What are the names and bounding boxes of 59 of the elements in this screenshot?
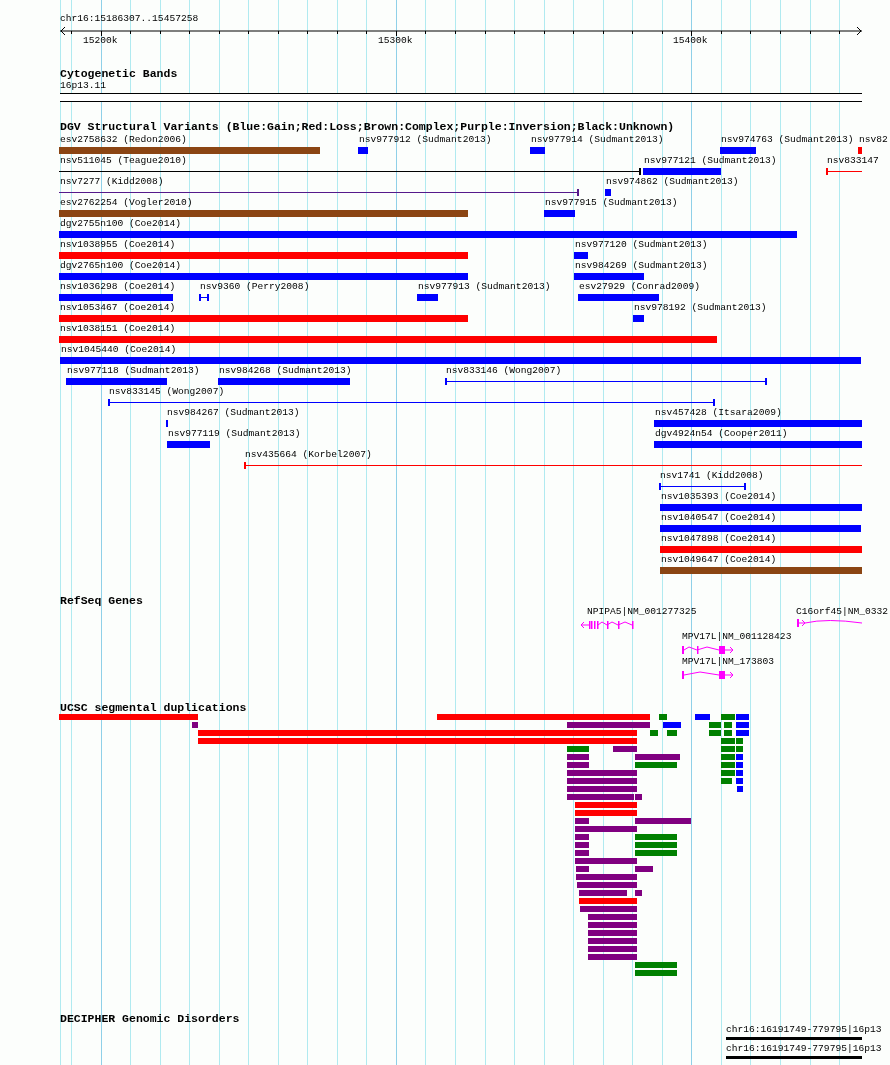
track-title: DECIPHER Genomic Disorders bbox=[60, 1013, 240, 1025]
variant-label: nsv984267 (Sudmant2013) bbox=[167, 408, 300, 418]
variant-label: nsv977914 (Sudmant2013) bbox=[531, 135, 664, 145]
ruler-tick-label: 15200k bbox=[83, 36, 118, 46]
variant-label: nsv511045 (Teague2010) bbox=[60, 156, 187, 166]
track-title: UCSC segmental duplications bbox=[60, 702, 247, 714]
ruler-tick-label: 15400k bbox=[673, 36, 708, 46]
variant-label: nsv457428 (Itsara2009) bbox=[655, 408, 782, 418]
gene-label: MPV17L|NM_173803 bbox=[682, 657, 775, 667]
location-label: chr16:15186307..15457258 bbox=[60, 14, 199, 24]
variant-label: nsv1036298 (Coe2014) bbox=[60, 282, 176, 292]
variant-label: nsv435664 (Korbel2007) bbox=[245, 450, 372, 460]
track-title: Cytogenetic Bands bbox=[60, 68, 178, 80]
variant-label: nsv974763 (Sudmant2013) bbox=[721, 135, 854, 145]
variant-label: nsv977119 (Sudmant2013) bbox=[168, 429, 301, 439]
variant-label: nsv978192 (Sudmant2013) bbox=[634, 303, 767, 313]
variant-label: nsv9360 (Perry2008) bbox=[200, 282, 310, 292]
ruler-tick-label: 15300k bbox=[378, 36, 413, 46]
variant-label: esv2762254 (Vogler2010) bbox=[60, 198, 193, 208]
variant-label: esv27929 (Conrad2009) bbox=[579, 282, 700, 292]
track-title: DGV Structural Variants (Blue:Gain;Red:Loss;Brown:Complex;Purple:Inversion;Black:Unknown) bbox=[60, 121, 675, 133]
variant-label: nsv1040547 (Coe2014) bbox=[661, 513, 777, 523]
gene-label: NPIPA5|NM_001277325 bbox=[587, 607, 697, 617]
variant-label: nsv977912 (Sudmant2013) bbox=[359, 135, 492, 145]
variant-label: nsv833145 (Wong2007) bbox=[109, 387, 225, 397]
variant-label: nsv1049647 (Coe2014) bbox=[661, 555, 777, 565]
variant-label: dgv2765n100 (Coe2014) bbox=[60, 261, 181, 271]
gene-label: C16orf45|NM_0332 bbox=[796, 607, 889, 617]
variant-label: nsv833147 bbox=[827, 156, 879, 166]
gene-model bbox=[580, 620, 634, 630]
variant-label: nsv833146 (Wong2007) bbox=[446, 366, 562, 376]
variant-label: nsv984268 (Sudmant2013) bbox=[219, 366, 352, 376]
gene-model bbox=[797, 618, 862, 628]
variant-label: nsv984269 (Sudmant2013) bbox=[575, 261, 708, 271]
band-label: 16p13.11 bbox=[60, 81, 107, 91]
gene-label: MPV17L|NM_001128423 bbox=[682, 632, 792, 642]
variant-label: nsv7277 (Kidd2008) bbox=[60, 177, 164, 187]
disorder-label: chr16:16191749-779795|16p13 bbox=[726, 1044, 882, 1054]
gene-model bbox=[682, 645, 734, 655]
variant-label: nsv1053467 (Coe2014) bbox=[60, 303, 176, 313]
variant-label: nsv1047898 (Coe2014) bbox=[661, 534, 777, 544]
track-title: RefSeq Genes bbox=[60, 595, 143, 607]
variant-label: nsv977118 (Sudmant2013) bbox=[67, 366, 200, 376]
variant-label: nsv1035393 (Coe2014) bbox=[661, 492, 777, 502]
disorder-label: chr16:16191749-779795|16p13 bbox=[726, 1025, 882, 1035]
variant-label: nsv977913 (Sudmant2013) bbox=[418, 282, 551, 292]
variant-label: nsv977120 (Sudmant2013) bbox=[575, 240, 708, 250]
variant-label: esv2758632 (Redon2006) bbox=[60, 135, 187, 145]
variant-label: nsv1038955 (Coe2014) bbox=[60, 240, 176, 250]
variant-label: dgv4924n54 (Cooper2011) bbox=[655, 429, 788, 439]
variant-label: nsv977915 (Sudmant2013) bbox=[545, 198, 678, 208]
variant-label: nsv1045440 (Coe2014) bbox=[61, 345, 177, 355]
gene-model bbox=[682, 670, 734, 680]
variant-label: nsv1741 (Kidd2008) bbox=[660, 471, 764, 481]
variant-label: nsv974862 (Sudmant2013) bbox=[606, 177, 739, 187]
variant-label: nsv1038151 (Coe2014) bbox=[60, 324, 176, 334]
variant-label: nsv82 bbox=[859, 135, 888, 145]
variant-label: dgv2755n100 (Coe2014) bbox=[60, 219, 181, 229]
variant-label: nsv977121 (Sudmant2013) bbox=[644, 156, 777, 166]
